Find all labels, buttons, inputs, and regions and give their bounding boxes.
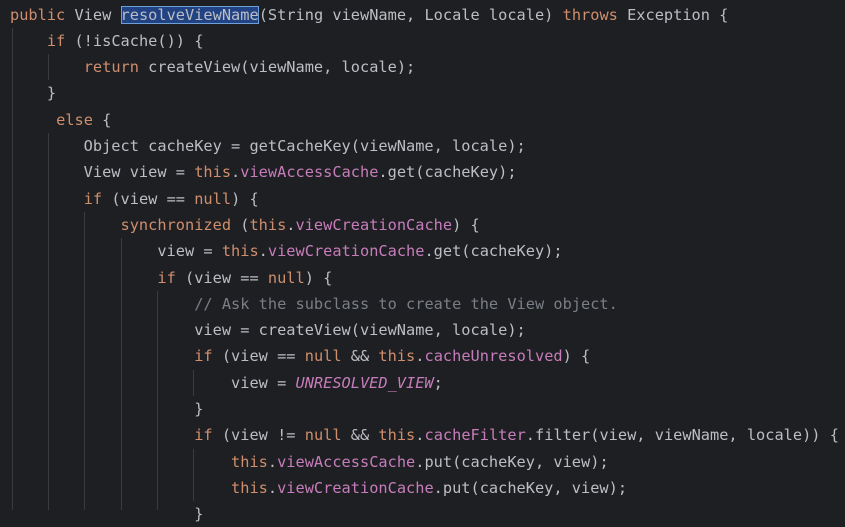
code-token: . [267,452,278,471]
code-token: . [231,163,241,182]
code-line[interactable]: if (view == null && this.cacheUnresolved… [10,343,590,369]
code-line[interactable]: if (view == null) { [10,265,332,291]
code-token: ) { [452,215,480,234]
code-token: } [10,505,204,524]
code-token: .filter(view, viewName, locale)) { [525,426,839,445]
code-token: view = [10,242,222,261]
code-token: this [378,426,416,445]
code-token: createView(viewName, locale); [138,58,416,77]
code-token: && [341,426,379,445]
code-token: .get(cacheKey); [424,242,563,261]
code-token: } [10,84,57,103]
code-token: ) { [231,189,259,208]
code-token: cacheFilter [424,426,526,445]
code-token: viewCreationCache [295,215,453,234]
code-token: this [194,163,232,182]
code-line[interactable]: synchronized (this.viewCreationCache) { [10,212,480,238]
code-token: ) { [562,347,591,366]
code-token: (view == [212,347,305,366]
code-line[interactable]: } [10,80,56,106]
code-token: (view == [175,268,268,287]
code-token: . [286,215,296,234]
code-line[interactable]: if (!isCache()) { [10,28,204,54]
code-token: .put(cacheKey, view); [415,452,609,471]
code-token: this [378,347,416,366]
code-line[interactable]: view = this.viewCreationCache.get(cacheK… [10,238,563,264]
code-line[interactable]: if (view == null) { [10,186,259,212]
code-token: && [341,347,379,366]
code-line[interactable]: if (view != null && this.cacheFilter.fil… [10,422,839,448]
selected-identifier: resolveViewName [120,5,259,24]
code-token: . [267,478,278,497]
code-line[interactable]: // Ask the subclass to create the View o… [10,291,618,317]
code-token: if [194,347,213,366]
code-token: Exception { [617,5,729,24]
code-line[interactable]: public View resolveViewName(String viewN… [10,2,728,28]
code-token: Object cacheKey = getCacheKey(viewName, … [10,137,526,155]
code-token: (String viewName, Locale locale) [258,5,563,24]
code-token: ( [231,215,250,234]
code-line[interactable]: view = UNRESOLVED_VIEW; [10,370,443,396]
code-token: // Ask the subclass to create the View o… [194,294,618,313]
code-token: . [258,242,268,261]
code-token: viewCreationCache [277,478,434,497]
code-line[interactable]: this.viewCreationCache.put(cacheKey, vie… [10,475,627,501]
code-token: this [231,452,268,471]
code-token: (view != [212,426,305,445]
code-token: else [56,110,93,129]
code-token: ) { [304,268,333,287]
code-token: public [10,5,66,24]
code-token: cacheUnresolved [424,347,563,366]
code-line[interactable]: this.viewAccessCache.put(cacheKey, view)… [10,449,609,475]
code-token: this [249,215,287,234]
code-token: UNRESOLVED_VIEW [295,373,434,392]
code-token: null [304,347,342,366]
code-editor[interactable]: public View resolveViewName(String viewN… [0,0,845,523]
code-token: if [157,268,176,287]
code-token: this [221,242,259,261]
code-token: null [267,268,305,287]
code-line[interactable]: } [10,501,203,527]
code-token: return [83,58,139,77]
code-token: View [65,5,121,24]
code-token: view = createView(viewName, locale); [10,321,526,340]
code-token: if [83,189,103,208]
code-token: viewCreationCache [267,242,425,261]
code-token: .put(cacheKey, view); [433,478,628,497]
code-token: if [46,31,66,50]
code-token: } [10,400,204,418]
code-token: { [92,110,112,129]
code-token: synchronized [120,215,232,234]
code-token: viewAccessCache [277,452,416,471]
code-token: this [231,478,268,497]
code-line[interactable]: View view = this.viewAccessCache.get(cac… [10,159,517,185]
code-token: (!isCache()) { [65,31,204,50]
code-token: (view == [102,189,195,208]
code-line[interactable]: } [10,396,203,422]
code-token: View view = [10,163,195,182]
code-token: view = [10,373,296,392]
code-line[interactable]: else { [10,107,111,133]
code-token: if [194,426,213,445]
code-line[interactable]: view = createView(viewName, locale); [10,317,526,343]
code-line[interactable]: return createView(viewName, locale); [10,54,416,80]
code-token: ; [433,373,443,392]
code-token: .get(cacheKey); [378,163,517,182]
code-token: throws [562,5,618,24]
code-token: viewAccessCache [240,163,379,182]
code-token: null [304,426,342,445]
code-token: null [194,189,232,208]
code-line[interactable]: Object cacheKey = getCacheKey(viewName, … [10,133,526,159]
